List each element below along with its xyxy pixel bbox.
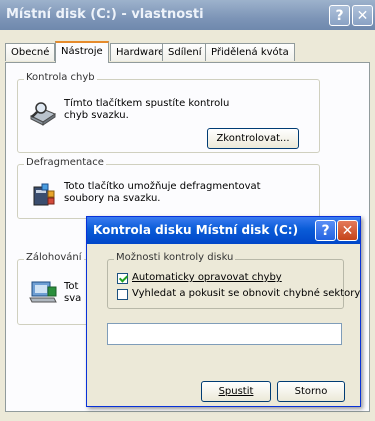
scan-sectors-checkbox[interactable]	[117, 289, 128, 300]
dialog-help-button[interactable]: ?	[315, 220, 336, 241]
disk-check-icon	[29, 102, 57, 126]
dialog-titlebar[interactable]: Kontrola disku Místní disk (C:) ? ✕	[87, 217, 360, 244]
defrag-label: Defragmentace	[24, 157, 106, 168]
check-now-button[interactable]: Zkontrolovat...	[207, 128, 299, 149]
tab-sharing[interactable]: Sdílení	[162, 43, 208, 61]
window-title: Místní disk (C:) - vlastnosti	[6, 7, 204, 22]
scan-sectors-label[interactable]: Vyhledat a pokusit se obnovit chybné sek…	[132, 288, 360, 299]
backup-label: Zálohování	[24, 252, 84, 263]
error-check-label: Kontrola chyb	[24, 72, 97, 83]
error-check-group: Kontrola chyb Tímto tlačítkem spustíte k…	[17, 72, 320, 153]
auto-fix-label[interactable]: Automaticky opravovat chyby	[132, 272, 282, 283]
backup-icon	[29, 281, 57, 303]
defrag-text: Toto tlačítko umožňuje defragmentovat so…	[64, 181, 261, 204]
progress-bar	[107, 323, 342, 345]
start-button[interactable]: Spustit	[201, 381, 271, 402]
close-button[interactable]: ✕	[352, 5, 373, 26]
defrag-icon	[33, 183, 55, 206]
tab-tools[interactable]: Nástroje	[55, 41, 109, 63]
defrag-group: Defragmentace Toto tlačítko umožňuje def…	[17, 157, 320, 219]
check-disk-dialog: Kontrola disku Místní disk (C:) ? ✕ Možn…	[86, 216, 361, 407]
options-group: Možnosti kontroly disku Automaticky opra…	[107, 252, 360, 309]
dialog-close-button[interactable]: ✕	[337, 220, 358, 241]
error-check-text: Tímto tlačítkem spustíte kontrolu chyb s…	[64, 98, 230, 121]
help-button[interactable]: ?	[329, 5, 350, 26]
window-titlebar[interactable]: Místní disk (C:) - vlastnosti ? ✕	[0, 0, 375, 30]
properties-window: Místní disk (C:) - vlastnosti ? ✕ Obecné…	[0, 0, 375, 421]
dialog-title: Kontrola disku Místní disk (C:)	[93, 223, 299, 237]
options-label: Možnosti kontroly disku	[114, 252, 236, 263]
cancel-button[interactable]: Storno	[277, 381, 345, 402]
tab-general[interactable]: Obecné	[5, 43, 56, 61]
backup-text-line1: Tot	[64, 281, 79, 292]
auto-fix-checkbox[interactable]	[117, 273, 128, 284]
tab-quota[interactable]: Přidělená kvóta	[205, 43, 295, 61]
backup-text-line2: sva	[64, 293, 82, 304]
